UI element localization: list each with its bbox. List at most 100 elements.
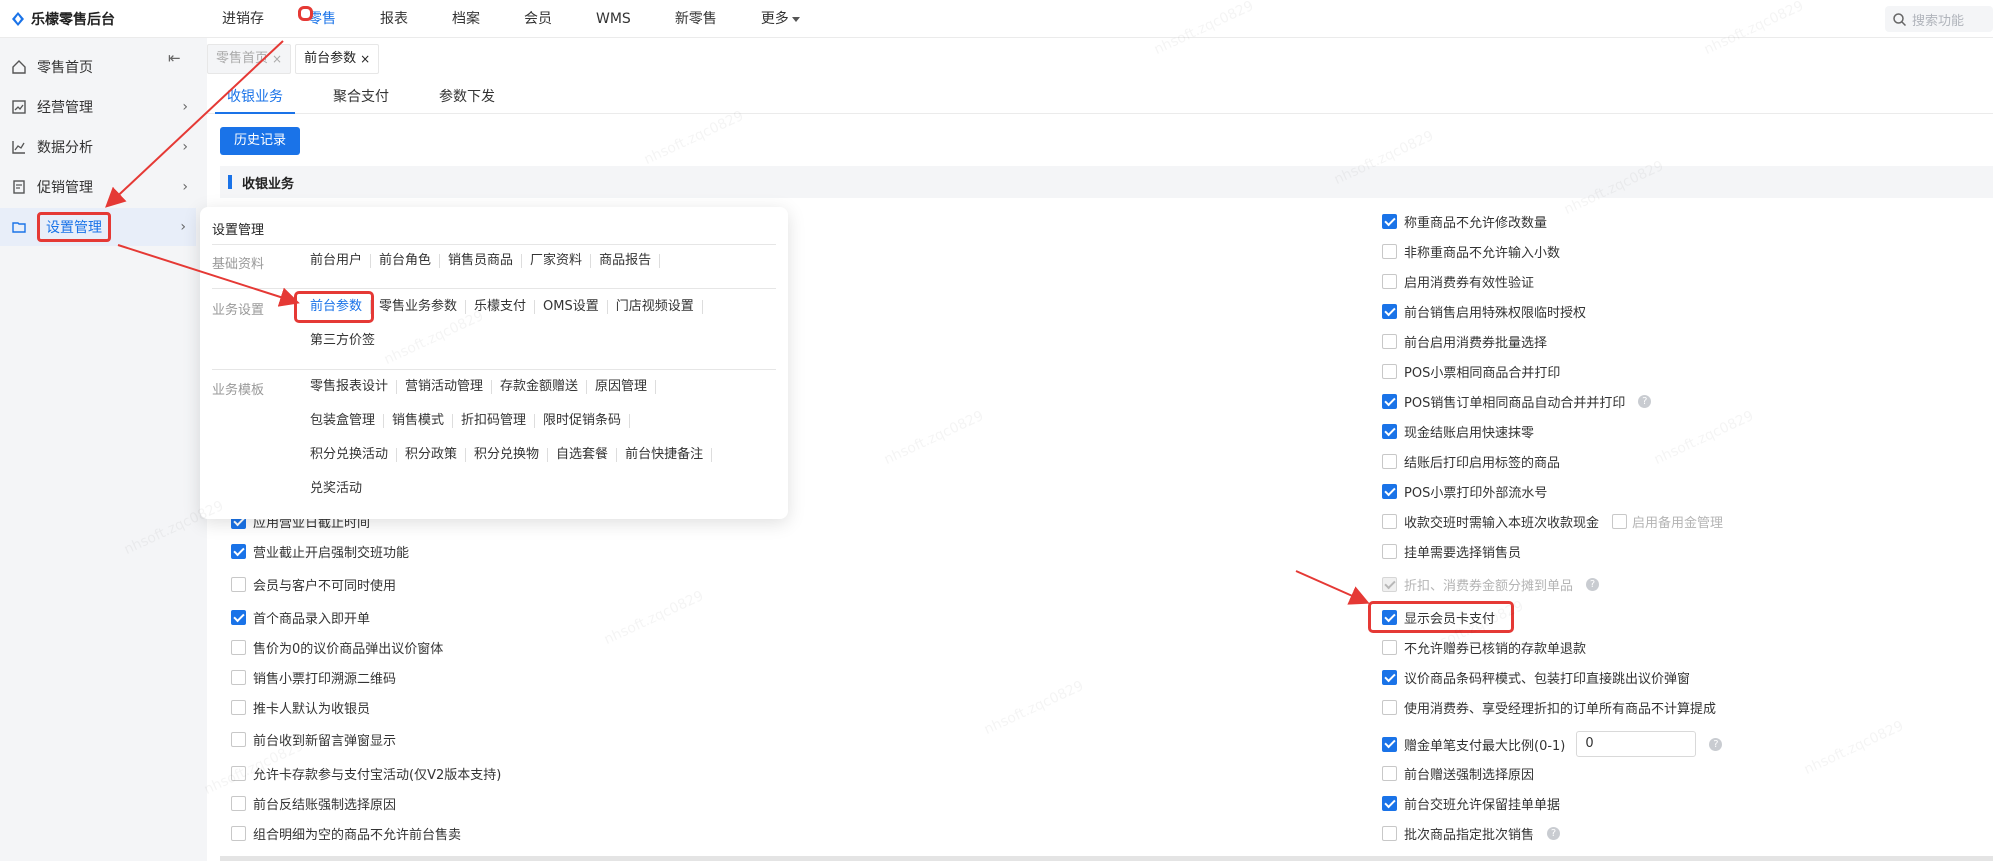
checkbox-empty-icon[interactable]	[1612, 514, 1628, 529]
checkbox-checked-icon[interactable]	[1382, 214, 1397, 229]
extra-option[interactable]: 启用备用金管理	[1612, 512, 1723, 531]
checkbox-empty-icon[interactable]	[1382, 700, 1397, 715]
menu-link[interactable]: 折扣码管理	[453, 414, 536, 428]
menu-link[interactable]: 前台角色	[371, 254, 441, 268]
option-checkbox[interactable]: POS销售订单相同商品自动合并并打印?	[1382, 392, 1652, 411]
checkbox-empty-icon[interactable]	[1382, 274, 1397, 289]
checkbox-empty-icon[interactable]	[1382, 334, 1397, 349]
option-checkbox[interactable]: 允许卡存款参与支付宝活动(仅V2版本支持)	[231, 764, 501, 783]
checkbox-empty-icon[interactable]	[231, 640, 246, 655]
help-icon[interactable]: ?	[1638, 395, 1652, 408]
horizontal-scrollbar[interactable]	[220, 856, 1993, 861]
menu-link[interactable]: 自选套餐	[548, 448, 618, 462]
menu-link[interactable]: 存款金额赠送	[492, 380, 588, 394]
option-checkbox[interactable]: 使用消费券、享受经理折扣的订单所有商品不计算提成	[1382, 698, 1716, 717]
checkbox-checked-icon[interactable]	[231, 610, 246, 625]
option-checkbox[interactable]: 挂单需要选择销售员	[1382, 542, 1521, 561]
menu-link[interactable]: 乐檬支付	[466, 300, 536, 314]
checkbox-empty-icon[interactable]	[1382, 364, 1397, 379]
option-checkbox[interactable]: 赠金单笔支付最大比例(0-1) 0?	[1382, 731, 1723, 757]
menu-link[interactable]: 厂家资料	[522, 254, 592, 268]
option-checkbox[interactable]: 现金结账启用快速抹零	[1382, 422, 1534, 441]
topnav-item-5[interactable]: WMS	[574, 0, 653, 38]
option-checkbox[interactable]: POS小票打印外部流水号	[1382, 482, 1547, 501]
search-box[interactable]: 搜索功能	[1885, 6, 1993, 32]
option-checkbox[interactable]: 首个商品录入即开单	[231, 608, 370, 627]
subtab-2[interactable]: 参数下发	[427, 84, 507, 114]
option-checkbox[interactable]: 推卡人默认为收银员	[231, 698, 370, 717]
close-icon[interactable]: ×	[360, 44, 370, 74]
option-checkbox[interactable]: 收款交班时需输入本班次收款现金 启用备用金管理	[1382, 512, 1723, 531]
checkbox-empty-icon[interactable]	[1382, 766, 1397, 781]
menu-link[interactable]: 门店视频设置	[608, 300, 703, 314]
menu-link[interactable]: 销售模式	[384, 414, 454, 428]
topnav-item-3[interactable]: 档案	[430, 0, 502, 38]
checkbox-checked-icon[interactable]	[231, 544, 246, 559]
help-icon[interactable]: ?	[1709, 737, 1723, 751]
subtab-0[interactable]: 收银业务	[215, 84, 295, 114]
option-checkbox[interactable]: 前台启用消费券批量选择	[1382, 332, 1547, 351]
menu-link[interactable]: 零售报表设计	[302, 380, 398, 394]
checkbox-empty-icon[interactable]	[231, 732, 246, 747]
checkbox-empty-icon[interactable]	[231, 826, 246, 841]
menu-link[interactable]: 积分兑换活动	[302, 448, 398, 462]
help-icon[interactable]: ?	[1547, 827, 1561, 840]
close-icon[interactable]: ×	[272, 44, 282, 74]
menu-link[interactable]: 第三方价签	[302, 334, 383, 348]
topnav-item-2[interactable]: 报表	[358, 0, 430, 38]
checkbox-empty-icon[interactable]	[1382, 454, 1397, 469]
option-checkbox[interactable]: POS小票相同商品合并打印	[1382, 362, 1560, 381]
checkbox-empty-icon[interactable]	[231, 670, 246, 685]
option-checkbox[interactable]: 启用消费券有效性验证	[1382, 272, 1534, 291]
help-icon[interactable]: ?	[1586, 578, 1600, 591]
menu-link[interactable]: OMS设置	[535, 300, 608, 314]
menu-link[interactable]: 积分政策	[397, 448, 467, 462]
checkbox-checked-icon[interactable]	[1382, 424, 1397, 439]
checkbox-checked-icon[interactable]	[1382, 736, 1397, 752]
checkbox-empty-icon[interactable]	[1382, 514, 1397, 529]
checkbox-checked-icon[interactable]	[1382, 670, 1397, 685]
menu-link[interactable]: 零售业务参数	[371, 300, 467, 314]
topnav-item-1[interactable]: 零售	[286, 0, 358, 38]
sidebar-item-0[interactable]: 零售首页	[0, 48, 198, 86]
menu-link[interactable]: 积分兑换物	[466, 448, 549, 462]
option-checkbox[interactable]: 会员与客户不可同时使用	[231, 575, 396, 594]
page-tab-0[interactable]: 零售首页 ×	[207, 44, 292, 74]
menu-link[interactable]: 兑奖活动	[302, 482, 370, 496]
checkbox-checked-icon[interactable]	[1382, 394, 1397, 409]
menu-link[interactable]: 前台参数	[294, 291, 375, 323]
menu-link[interactable]: 前台用户	[302, 254, 372, 268]
history-button[interactable]: 历史记录	[220, 127, 300, 155]
topnav-item-0[interactable]: 进销存	[200, 0, 286, 38]
menu-link[interactable]: 营销活动管理	[397, 380, 493, 394]
checkbox-empty-icon[interactable]	[231, 796, 246, 811]
ratio-input[interactable]: 0	[1576, 731, 1697, 757]
option-checkbox[interactable]: 前台收到新留言弹窗显示	[231, 730, 396, 749]
sidebar-item-2[interactable]: 数据分析 ›	[0, 128, 198, 166]
checkbox-empty-icon[interactable]	[1382, 640, 1397, 655]
option-checkbox[interactable]: 不允许赠券已核销的存款单退款	[1382, 638, 1586, 657]
topnav-item-6[interactable]: 新零售	[653, 0, 739, 38]
option-checkbox[interactable]: 前台反结账强制选择原因	[231, 794, 396, 813]
option-checkbox[interactable]: 销售小票打印溯源二维码	[231, 668, 396, 687]
checkbox-empty-icon[interactable]	[231, 766, 246, 781]
subtab-1[interactable]: 聚合支付	[321, 84, 401, 114]
option-checkbox[interactable]: 批次商品指定批次销售?	[1382, 824, 1561, 843]
checkbox-empty-icon[interactable]	[1382, 244, 1397, 259]
sidebar-item-1[interactable]: 经营管理 ›	[0, 88, 198, 126]
menu-link[interactable]: 包装盒管理	[302, 414, 385, 428]
checkbox-checked-icon[interactable]	[1382, 796, 1397, 811]
option-checkbox[interactable]: 折扣、消费券金额分摊到单品?	[1382, 575, 1600, 594]
checkbox-empty-icon[interactable]	[1382, 544, 1397, 559]
checkbox-checked-icon[interactable]	[1382, 577, 1397, 592]
page-tab-1[interactable]: 前台参数 ×	[295, 44, 380, 74]
checkbox-empty-icon[interactable]	[231, 577, 246, 592]
sidebar-item-3[interactable]: 促销管理 ›	[0, 168, 198, 206]
menu-link[interactable]: 原因管理	[587, 380, 657, 394]
option-checkbox[interactable]: 售价为0的议价商品弹出议价窗体	[231, 638, 443, 657]
option-checkbox[interactable]: 议价商品条码秤模式、包装打印直接跳出议价弹窗	[1382, 668, 1690, 687]
option-checkbox[interactable]: 营业截止开启强制交班功能	[231, 542, 409, 561]
option-checkbox[interactable]: 非称重商品不允许输入小数	[1382, 242, 1560, 261]
checkbox-empty-icon[interactable]	[231, 700, 246, 715]
menu-link[interactable]: 销售员商品	[440, 254, 523, 268]
